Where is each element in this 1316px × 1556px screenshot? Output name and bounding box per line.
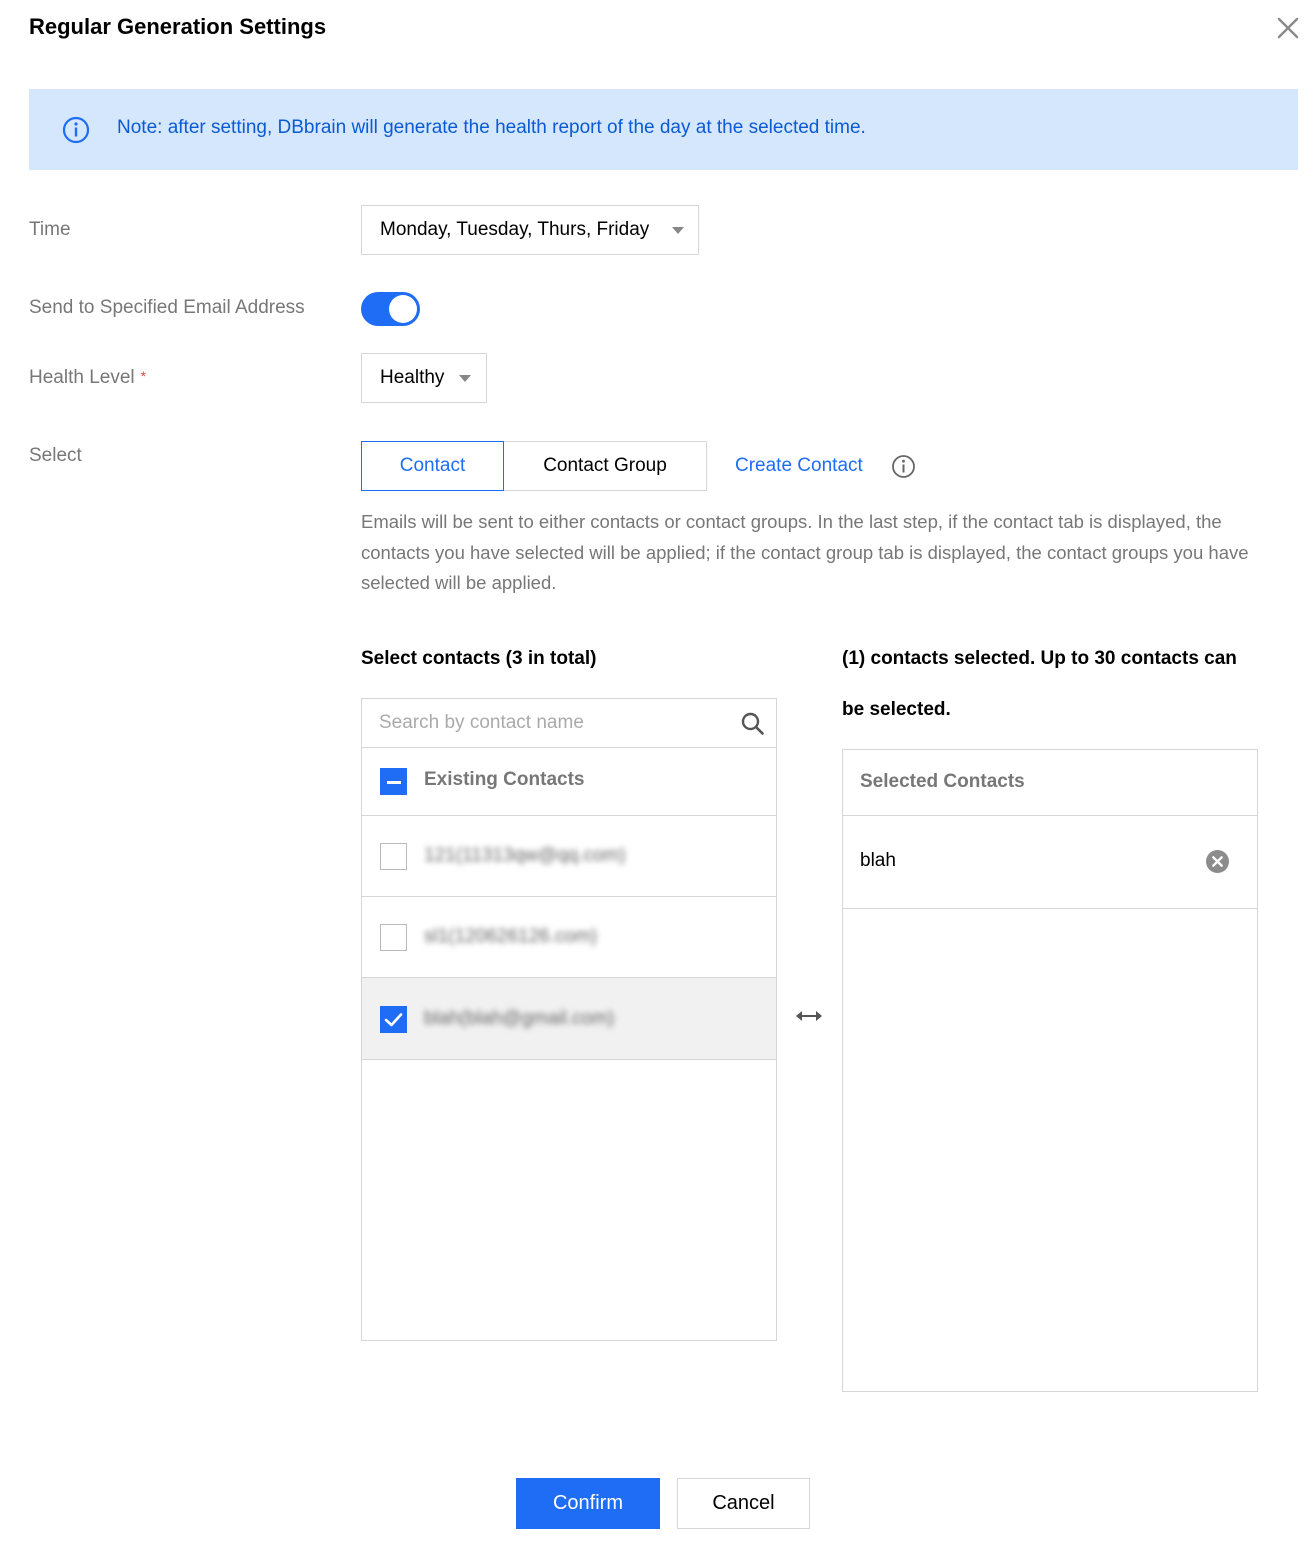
health-level-label-text: Health Level [29, 367, 135, 388]
selection-hint: Emails will be sent to either contacts o… [361, 511, 1249, 593]
contact-label: sl1(120626126.com) [424, 926, 598, 947]
contact-label: 121(11313qw@qq.com) [424, 845, 626, 866]
source-heading: Select contacts (3 in total) [361, 648, 597, 669]
notice-text: Note: after setting, DBbrain will genera… [117, 117, 866, 138]
target-heading: (1) contacts selected. Up to 30 contacts… [842, 648, 1237, 720]
contact-label: blah(blah@gmail.com) [424, 1008, 615, 1029]
help-icon[interactable] [891, 454, 916, 479]
send-email-toggle[interactable] [361, 292, 420, 326]
source-list-panel: Existing Contacts 121(11313qw@qq.com) sl… [361, 698, 777, 1341]
group-checkbox[interactable] [380, 768, 407, 795]
info-notice: Note: after setting, DBbrain will genera… [29, 89, 1298, 170]
toggle-knob [389, 295, 417, 323]
send-email-label: Send to Specified Email Address [29, 297, 305, 318]
time-label: Time [29, 219, 71, 240]
contact-checkbox[interactable] [380, 843, 407, 870]
dialog-title: Regular Generation Settings [29, 14, 327, 39]
target-list-panel: Selected Contacts blah [842, 749, 1258, 1392]
list-item[interactable]: sl1(120626126.com) [362, 897, 776, 978]
transfer-arrows-icon [794, 1006, 824, 1026]
contact-checkbox[interactable] [380, 1006, 407, 1033]
cancel-button[interactable]: Cancel [677, 1478, 810, 1529]
group-title: Existing Contacts [424, 769, 585, 790]
search-icon[interactable] [740, 711, 765, 736]
time-select[interactable]: Monday, Tuesday, Thurs, Friday [361, 205, 699, 255]
selected-item-name: blah [860, 850, 896, 871]
caret-down-icon [459, 375, 471, 382]
selected-header: Selected Contacts [843, 750, 1257, 816]
info-icon [62, 116, 90, 144]
create-contact-link[interactable]: Create Contact [735, 455, 863, 477]
tab-contact[interactable]: Contact [361, 441, 504, 491]
health-level-label: Health Level * [29, 367, 146, 389]
selected-item: blah [843, 816, 1257, 909]
list-item[interactable]: 121(11313qw@qq.com) [362, 816, 776, 897]
list-item[interactable]: blah(blah@gmail.com) [362, 978, 776, 1060]
contact-checkbox[interactable] [380, 924, 407, 951]
checkmark-icon [384, 1013, 403, 1027]
caret-down-icon [672, 227, 684, 234]
time-select-value: Monday, Tuesday, Thurs, Friday [380, 219, 650, 240]
select-label: Select [29, 445, 82, 466]
close-icon[interactable] [1274, 14, 1302, 42]
tab-contact-group[interactable]: Contact Group [503, 441, 707, 491]
required-mark: * [140, 368, 147, 384]
confirm-button[interactable]: Confirm [516, 1478, 660, 1529]
group-row: Existing Contacts [362, 748, 776, 816]
health-level-value: Healthy [380, 367, 445, 388]
selected-header-title: Selected Contacts [860, 771, 1025, 792]
health-level-select[interactable]: Healthy [361, 353, 487, 403]
search-input[interactable] [362, 699, 776, 748]
remove-circle-icon[interactable] [1205, 849, 1230, 874]
minus-icon [387, 781, 401, 784]
